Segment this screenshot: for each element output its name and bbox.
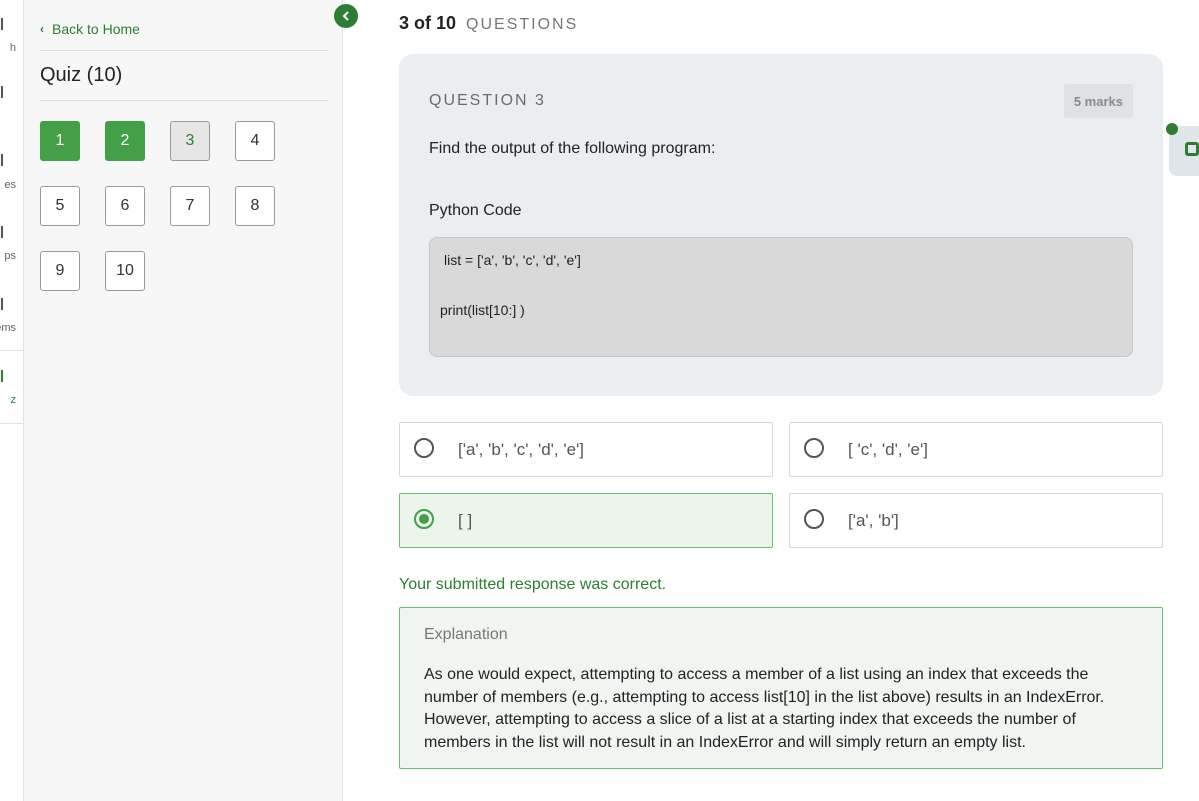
code-label: Python Code (429, 202, 522, 219)
rail-divider (0, 350, 24, 351)
question-heading: QUESTION 3 (429, 92, 546, 109)
radio-button[interactable] (804, 509, 824, 529)
rail-item-label[interactable]: ems (0, 322, 16, 334)
answer-option-1[interactable]: ['a', 'b', 'c', 'd', 'e'] (399, 422, 773, 477)
collapse-panel-button[interactable] (334, 4, 358, 28)
counter-label: QUESTIONS (466, 16, 579, 33)
question-nav-button[interactable]: 9 (40, 251, 80, 291)
question-counter: 3 of 10 QUESTIONS (399, 13, 578, 34)
notification-dot (1166, 123, 1178, 135)
chat-icon (1185, 142, 1199, 156)
question-card: QUESTION 3 5 marks Find the output of th… (399, 54, 1163, 396)
nav-icon (0, 86, 3, 98)
explanation-text: As one would expect, attempting to acces… (424, 666, 1105, 751)
rail-item-label[interactable]: es (0, 179, 16, 191)
question-nav-button[interactable]: 7 (170, 186, 210, 226)
question-nav-button[interactable]: 5 (40, 186, 80, 226)
code-line: list = ['a', 'b', 'c', 'd', 'e'] (444, 252, 581, 268)
counter-value: 3 of 10 (399, 13, 457, 33)
question-nav-button[interactable]: 10 (105, 251, 145, 291)
feedback-message: Your submitted response was correct. (399, 576, 667, 593)
chevron-left-icon: ‹ (40, 22, 44, 36)
back-label: Back to Home (52, 21, 140, 37)
option-text: ['a', 'b'] (848, 511, 899, 530)
quiz-navigation-panel: ‹ Back to Home Quiz (10) 1 2 3 4 5 6 7 8 9 10 (23, 0, 343, 801)
option-text: ['a', 'b', 'c', 'd', 'e'] (458, 440, 585, 459)
nav-icon (0, 226, 3, 238)
explanation-box: Explanation As one would expect, attempt… (399, 607, 1163, 769)
option-text: [ ] (458, 511, 473, 530)
quiz-icon (0, 370, 3, 382)
question-text: Find the output of the following program… (429, 140, 716, 157)
side-rail: h es ps ems z (0, 0, 24, 801)
explanation-title: Explanation (424, 626, 508, 643)
divider (40, 50, 328, 51)
question-nav-button[interactable]: 8 (235, 186, 275, 226)
rail-item-active[interactable]: z (0, 352, 24, 424)
option-text: [ 'c', 'd', 'e'] (848, 440, 928, 459)
answer-option-3[interactable]: [ ] (399, 493, 773, 548)
nav-icon (0, 298, 3, 310)
answer-option-4[interactable]: ['a', 'b'] (789, 493, 1163, 548)
question-nav-button[interactable]: 3 (170, 121, 210, 161)
nav-icon (0, 154, 3, 166)
divider (40, 100, 328, 101)
code-line: print(list[10:] ) (440, 302, 525, 318)
nav-icon (0, 18, 3, 30)
radio-button-selected[interactable] (414, 509, 434, 529)
back-to-home-link[interactable]: ‹ Back to Home (40, 21, 140, 37)
rail-item-label[interactable]: ps (0, 250, 16, 262)
marks-badge: 5 marks (1063, 84, 1133, 118)
question-nav-button[interactable]: 2 (105, 121, 145, 161)
code-block: list = ['a', 'b', 'c', 'd', 'e'] print(l… (429, 237, 1133, 357)
question-nav-button[interactable]: 4 (235, 121, 275, 161)
question-nav-button[interactable]: 1 (40, 121, 80, 161)
radio-button[interactable] (804, 438, 824, 458)
chevron-left-icon (342, 11, 349, 21)
rail-item-label[interactable]: h (0, 42, 16, 54)
radio-button[interactable] (414, 438, 434, 458)
rail-item-label: z (10, 394, 17, 406)
quiz-title: Quiz (10) (40, 64, 123, 86)
question-nav-button[interactable]: 6 (105, 186, 145, 226)
answer-option-2[interactable]: [ 'c', 'd', 'e'] (789, 422, 1163, 477)
